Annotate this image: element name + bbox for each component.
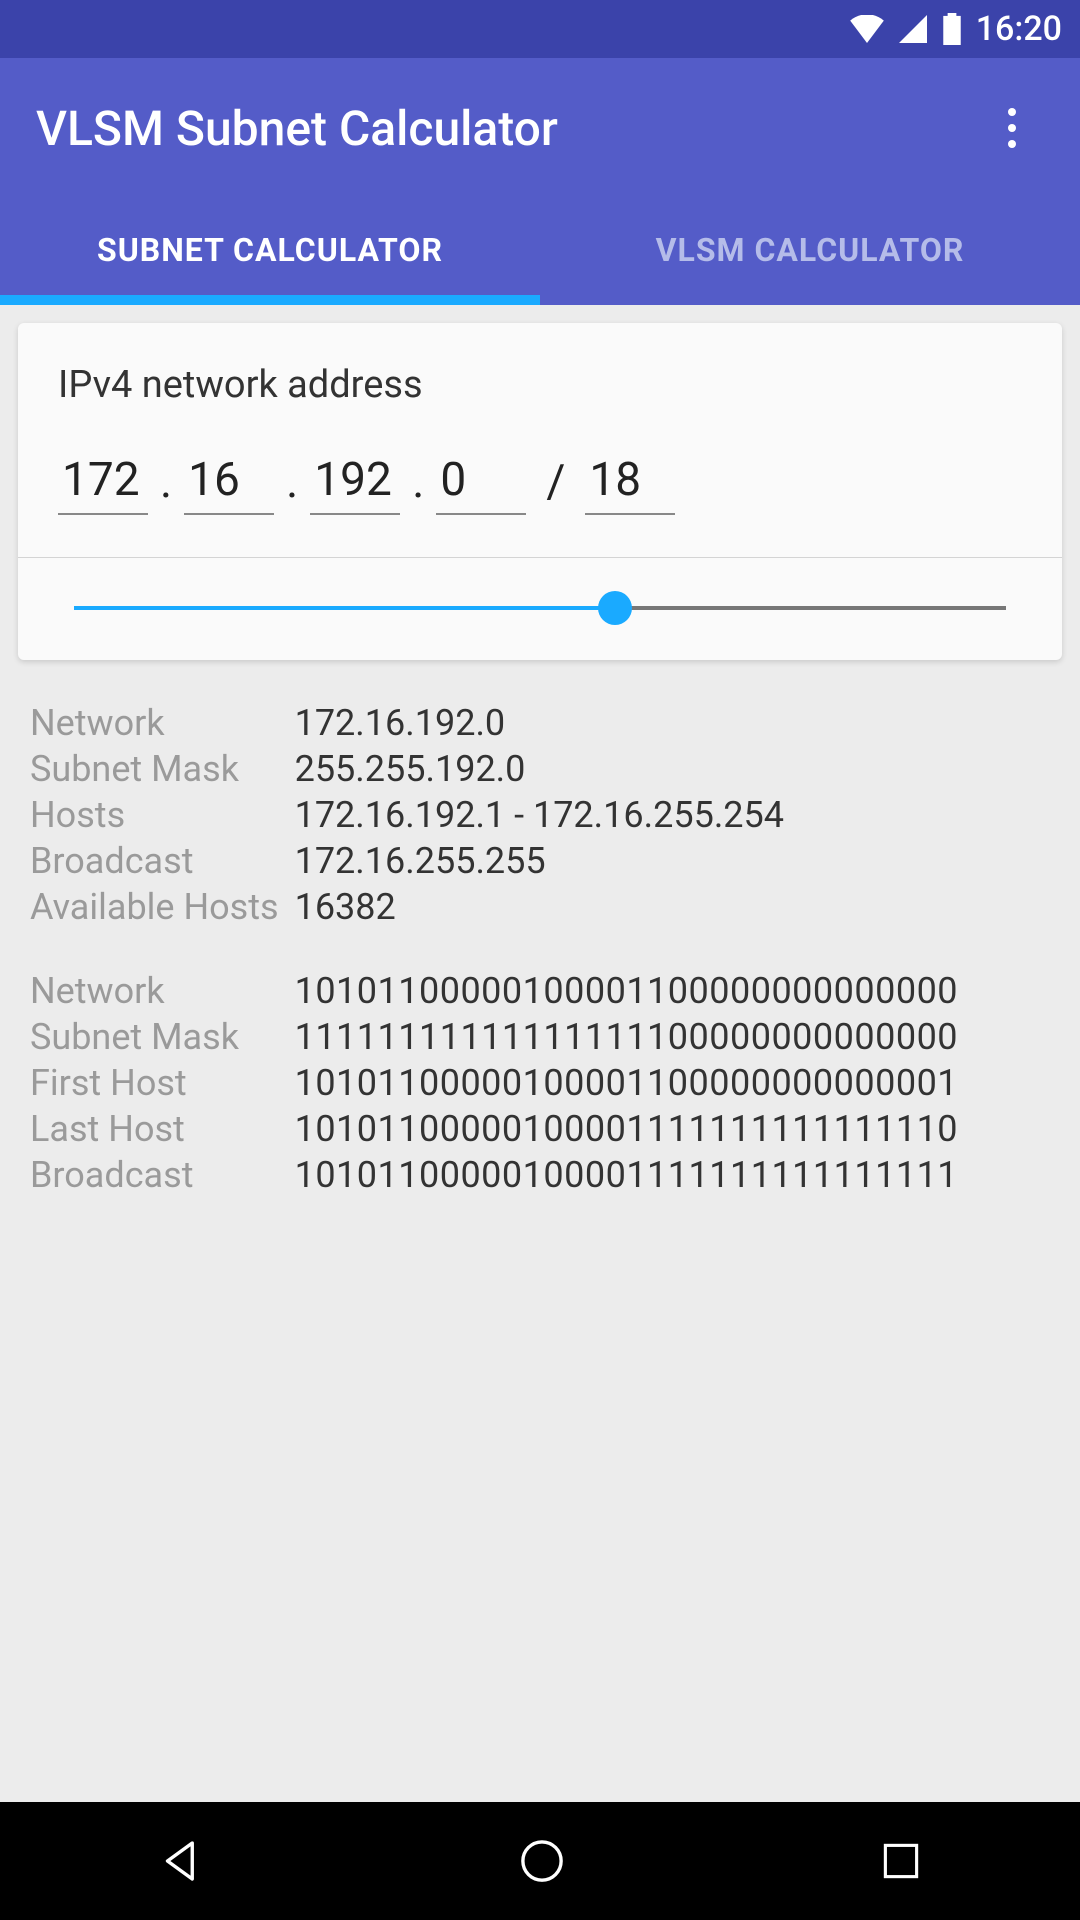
row-bin-first-host: First Host101011000001000011000000000000… [22, 1060, 1058, 1106]
octet-3-input[interactable]: 192 [310, 451, 400, 515]
wifi-icon [850, 15, 884, 43]
recents-button[interactable] [876, 1836, 926, 1886]
slider-thumb[interactable] [598, 591, 632, 625]
label-bin-first-host: First Host [22, 1060, 287, 1106]
octet-1-input[interactable]: 172 [58, 451, 148, 515]
value-available-hosts: 16382 [287, 884, 1058, 930]
label-available-hosts: Available Hosts [22, 884, 287, 930]
slider-fill [74, 606, 615, 610]
dot-separator: . [160, 455, 172, 515]
results-panel: Network172.16.192.0 Subnet Mask255.255.1… [18, 660, 1062, 1222]
battery-icon [942, 13, 962, 45]
tab-vlsm-calculator[interactable]: VLSM CALCULATOR [540, 203, 1080, 305]
row-bin-network: Network10101100000100001100000000000000 [22, 968, 1058, 1014]
prefix-slider[interactable] [74, 606, 1006, 610]
label-bin-network: Network [22, 968, 287, 1014]
android-status-bar: 16:20 [0, 0, 1080, 58]
clock-text: 16:20 [976, 9, 1062, 49]
prefix-input[interactable]: 18 [585, 451, 675, 515]
dot-separator: . [412, 455, 424, 515]
row-broadcast: Broadcast172.16.255.255 [22, 838, 1058, 884]
overflow-menu-button[interactable] [998, 98, 1044, 158]
label-bin-broadcast: Broadcast [22, 1152, 287, 1198]
slash-separator: / [538, 455, 573, 515]
label-network: Network [22, 700, 287, 746]
app-title: VLSM Subnet Calculator [36, 100, 558, 157]
row-bin-last-host: Last Host1010110000010000111111111111111… [22, 1106, 1058, 1152]
home-button[interactable] [515, 1834, 569, 1888]
value-hosts: 172.16.192.1 - 172.16.255.254 [287, 792, 1058, 838]
input-card: IPv4 network address 172 . 16 . 192 . 0 … [18, 323, 1062, 660]
dot-separator: . [286, 455, 298, 515]
label-bin-last-host: Last Host [22, 1106, 287, 1152]
cell-signal-icon [898, 15, 928, 43]
value-bin-network: 10101100000100001100000000000000 [287, 968, 1058, 1014]
value-broadcast: 172.16.255.255 [287, 838, 1058, 884]
app-bar: VLSM Subnet Calculator [0, 58, 1080, 158]
back-button[interactable] [154, 1834, 208, 1888]
row-bin-subnet-mask: Subnet Mask11111111111111111100000000000… [22, 1014, 1058, 1060]
value-subnet-mask: 255.255.192.0 [287, 746, 1058, 792]
label-subnet-mask: Subnet Mask [22, 746, 287, 792]
tab-subnet-calculator[interactable]: SUBNET CALCULATOR [0, 203, 540, 305]
value-bin-first-host: 10101100000100001100000000000001 [287, 1060, 1058, 1106]
row-available-hosts: Available Hosts16382 [22, 884, 1058, 930]
label-bin-subnet-mask: Subnet Mask [22, 1014, 287, 1060]
ip-address-label: IPv4 network address [58, 363, 1022, 407]
octet-2-input[interactable]: 16 [184, 451, 274, 515]
row-subnet-mask: Subnet Mask255.255.192.0 [22, 746, 1058, 792]
ip-address-row: 172 . 16 . 192 . 0 / 18 [58, 451, 1022, 515]
row-network: Network172.16.192.0 [22, 700, 1058, 746]
value-bin-broadcast: 10101100000100001111111111111111 [287, 1152, 1058, 1198]
label-hosts: Hosts [22, 792, 287, 838]
value-network: 172.16.192.0 [287, 700, 1058, 746]
android-nav-bar [0, 1802, 1080, 1920]
tab-bar: SUBNET CALCULATOR VLSM CALCULATOR [0, 158, 1080, 305]
octet-4-input[interactable]: 0 [436, 451, 526, 515]
row-hosts: Hosts172.16.192.1 - 172.16.255.254 [22, 792, 1058, 838]
row-bin-broadcast: Broadcast1010110000010000111111111111111… [22, 1152, 1058, 1198]
content-area: IPv4 network address 172 . 16 . 192 . 0 … [0, 305, 1080, 1802]
label-broadcast: Broadcast [22, 838, 287, 884]
value-bin-subnet-mask: 11111111111111111100000000000000 [287, 1014, 1058, 1060]
value-bin-last-host: 10101100000100001111111111111110 [287, 1106, 1058, 1152]
